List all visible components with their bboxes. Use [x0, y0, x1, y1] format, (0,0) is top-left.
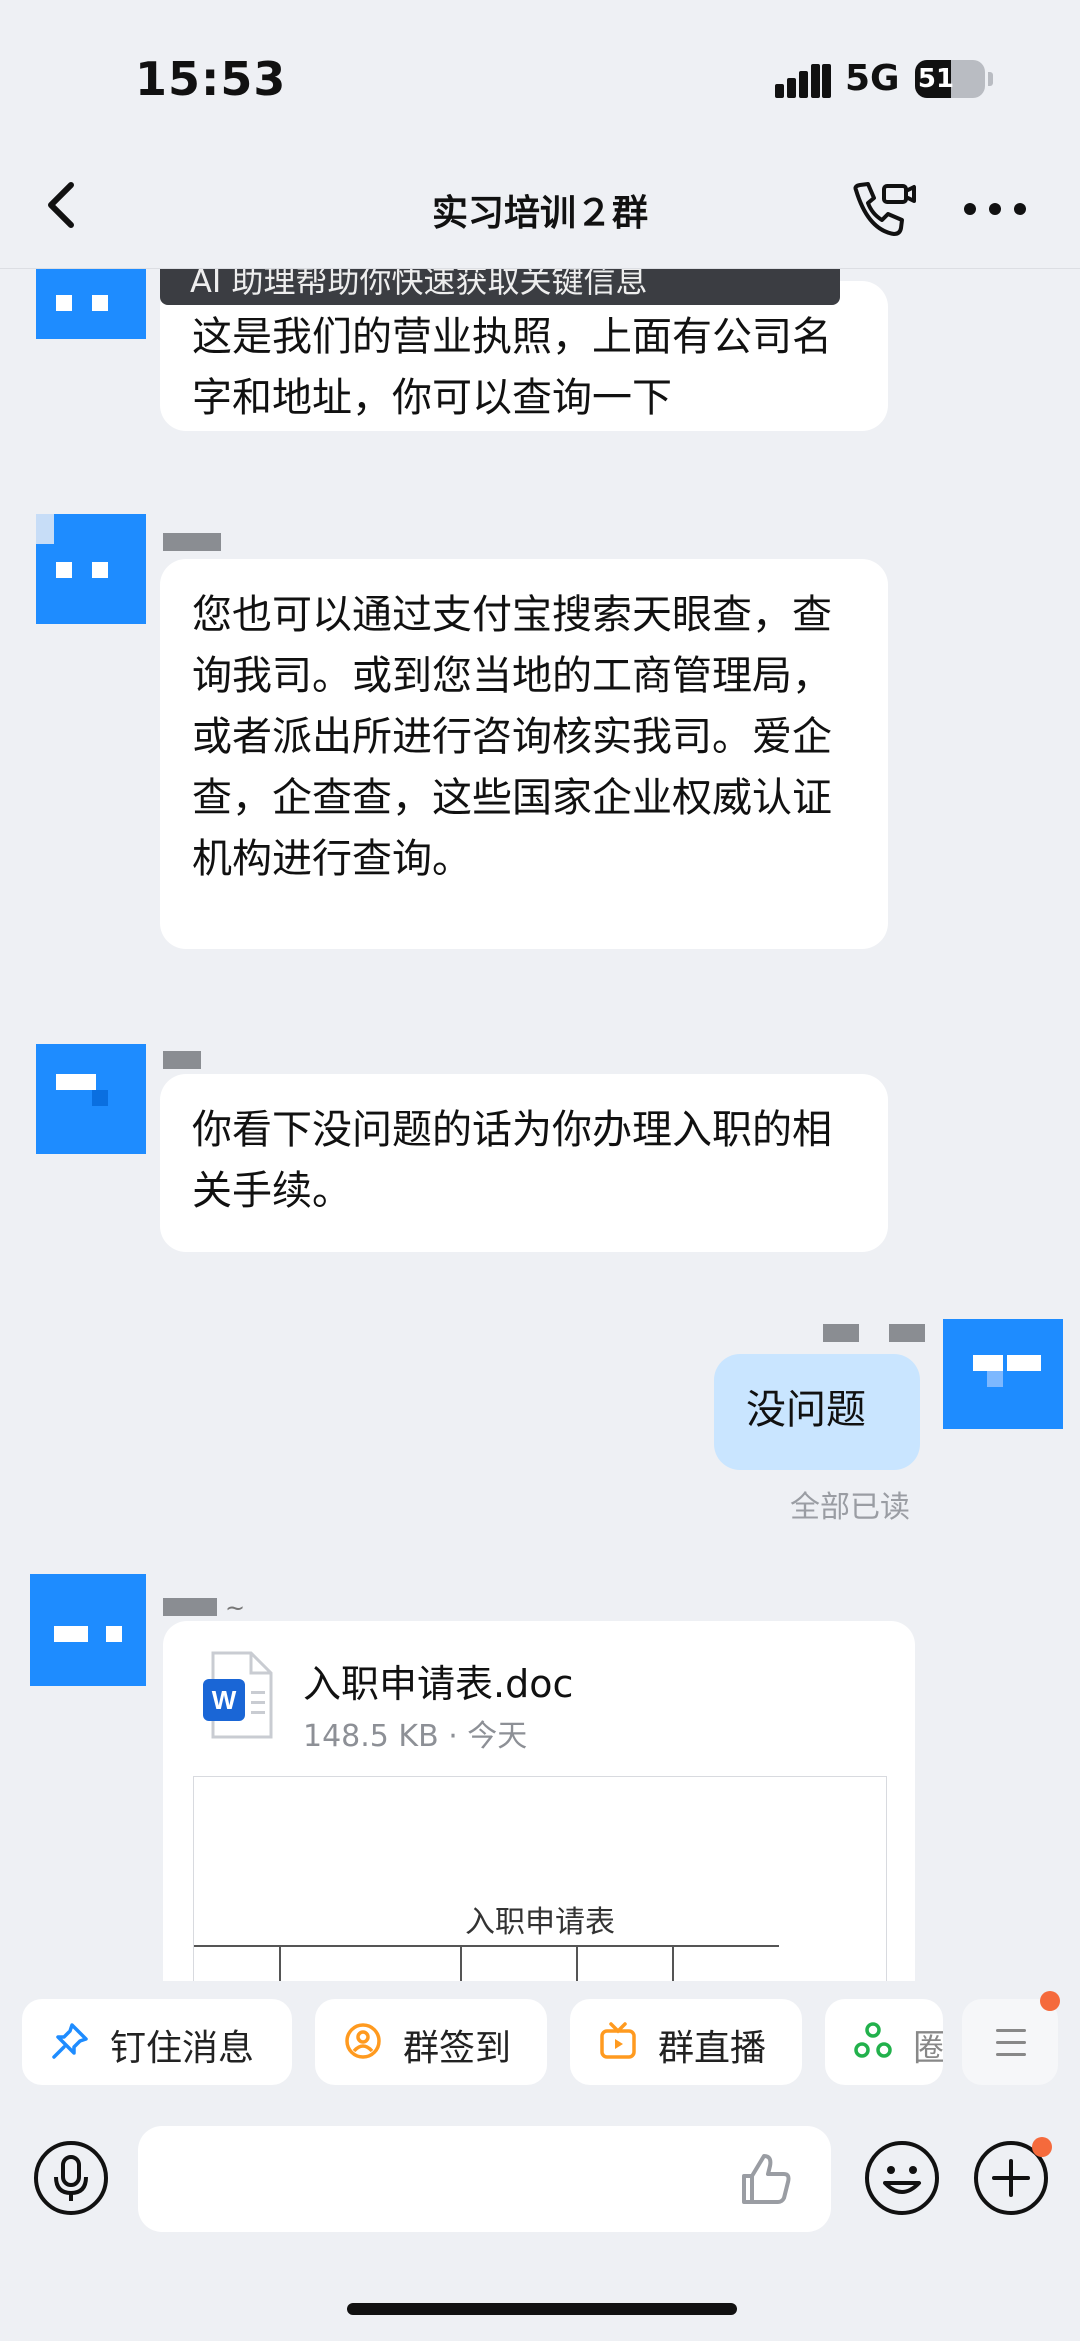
quick-actions-bar: 钉住消息 群签到 群直播 圈 [0, 1981, 1080, 2101]
file-preview[interactable]: 入职申请表 [193, 1776, 887, 1981]
message-text: 没问题 [746, 1387, 866, 1433]
status-time: 15:53 [135, 52, 287, 106]
battery-tip [988, 72, 993, 86]
live-tv-icon [600, 2022, 636, 2059]
signal-icon [775, 62, 831, 98]
video-call-icon[interactable] [848, 180, 918, 242]
file-card[interactable]: W 入职申请表.doc 148.5 KB · 今天 入职申请表 [163, 1621, 915, 1981]
message-bubble-self[interactable]: 没问题 [714, 1354, 920, 1470]
read-status: 全部已读 [790, 1490, 910, 1525]
avatar[interactable] [943, 1319, 1063, 1429]
more-actions-button[interactable] [962, 1991, 1060, 2085]
word-doc-icon: W [203, 1651, 273, 1739]
avatar[interactable] [36, 1044, 146, 1154]
battery-level: 51 [917, 64, 955, 94]
network-type: 5G [845, 58, 900, 99]
battery-icon: 51 [915, 60, 985, 98]
sender-name [823, 1324, 933, 1342]
sender-name [163, 1051, 209, 1069]
group-title: 实习培训２群 [431, 193, 648, 234]
thumbs-up-icon[interactable] [738, 2150, 796, 2208]
message-text: 这是我们的营业执照，上面有公司名字和地址，你可以查询一下 [192, 314, 832, 421]
ai-assistant-tooltip[interactable]: AI 助理帮助你快速获取关键信息 [160, 269, 840, 305]
message-bubble[interactable]: 您也可以通过支付宝搜索天眼查，查询我司。或到您当地的工商管理局，或者派出所进行咨… [160, 559, 888, 949]
avatar[interactable] [36, 269, 146, 339]
chip-label: 钉住消息 [110, 2028, 255, 2069]
microphone-icon[interactable] [32, 2139, 110, 2217]
emoji-icon[interactable] [863, 2139, 941, 2217]
more-dots-icon[interactable] [960, 194, 1030, 224]
message-bubble[interactable]: AI 助理帮助你快速获取关键信息 这是我们的营业执照，上面有公司名字和地址，你可… [160, 269, 888, 431]
group-checkin-button[interactable]: 群签到 [315, 1999, 547, 2085]
notification-dot [1040, 1991, 1060, 2011]
notification-dot [1032, 2137, 1052, 2157]
sender-name [163, 533, 229, 551]
location-icon [345, 2023, 381, 2059]
home-indicator [347, 2303, 737, 2315]
status-bar: 15:53 5G 51 [0, 0, 1080, 150]
chip-label: 圈 [913, 2028, 943, 2069]
menu-lines-icon [996, 2029, 1026, 2065]
chip-label: 群直播 [658, 2028, 767, 2069]
avatar[interactable] [36, 514, 146, 624]
message-bubble[interactable]: 你看下没问题的话为你办理入职的相关手续。 [160, 1074, 888, 1252]
group-live-button[interactable]: 群直播 [570, 1999, 802, 2085]
chip-label: 群签到 [403, 2028, 512, 2069]
preview-title: 入职申请表 [465, 1905, 615, 1940]
message-text: 您也可以通过支付宝搜索天眼查，查询我司。或到您当地的工商管理局，或者派出所进行咨… [192, 592, 832, 882]
circle-group-icon [854, 2022, 892, 2058]
circle-button[interactable]: 圈 [825, 1999, 943, 2085]
sender-name: ~ [163, 1594, 245, 1622]
file-meta: 148.5 KB · 今天 [303, 1719, 528, 1754]
file-name: 入职申请表.doc [303, 1662, 574, 1706]
chat-header: 实习培训２群 [0, 150, 1080, 269]
pin-icon [52, 2023, 88, 2059]
preview-table-line [194, 1945, 779, 1947]
pin-message-button[interactable]: 钉住消息 [22, 1999, 292, 2085]
message-text: 你看下没问题的话为你办理入职的相关手续。 [192, 1107, 832, 1214]
svg-text:W: W [212, 1685, 237, 1715]
chat-message-list[interactable]: AI 助理帮助你快速获取关键信息 这是我们的营业执照，上面有公司名字和地址，你可… [0, 269, 1080, 1981]
message-input[interactable] [138, 2126, 831, 2232]
avatar[interactable] [30, 1574, 146, 1686]
